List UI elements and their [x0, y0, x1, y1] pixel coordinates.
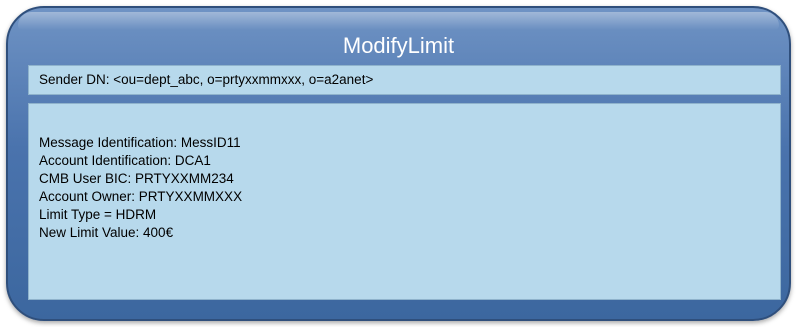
message-identification: Message Identification: MessID11	[39, 135, 241, 150]
account-identification: Account Identification: DCA1	[39, 153, 211, 168]
cmb-user-bic: CMB User BIC: PRTYXXMM234	[39, 171, 234, 186]
sender-dn-text: Sender DN: <ou=dept_abc, o=prtyxxmmxxx, …	[39, 72, 374, 87]
details-panel: Message Identification: MessID11 Account…	[28, 103, 781, 300]
limit-type: Limit Type = HDRM	[39, 207, 157, 222]
sender-panel: Sender DN: <ou=dept_abc, o=prtyxxmmxxx, …	[28, 65, 781, 95]
message-title: ModifyLimit	[342, 33, 455, 58]
account-owner: Account Owner: PRTYXXMMXXX	[39, 189, 243, 204]
new-limit-value: New Limit Value: 400€	[39, 225, 174, 240]
